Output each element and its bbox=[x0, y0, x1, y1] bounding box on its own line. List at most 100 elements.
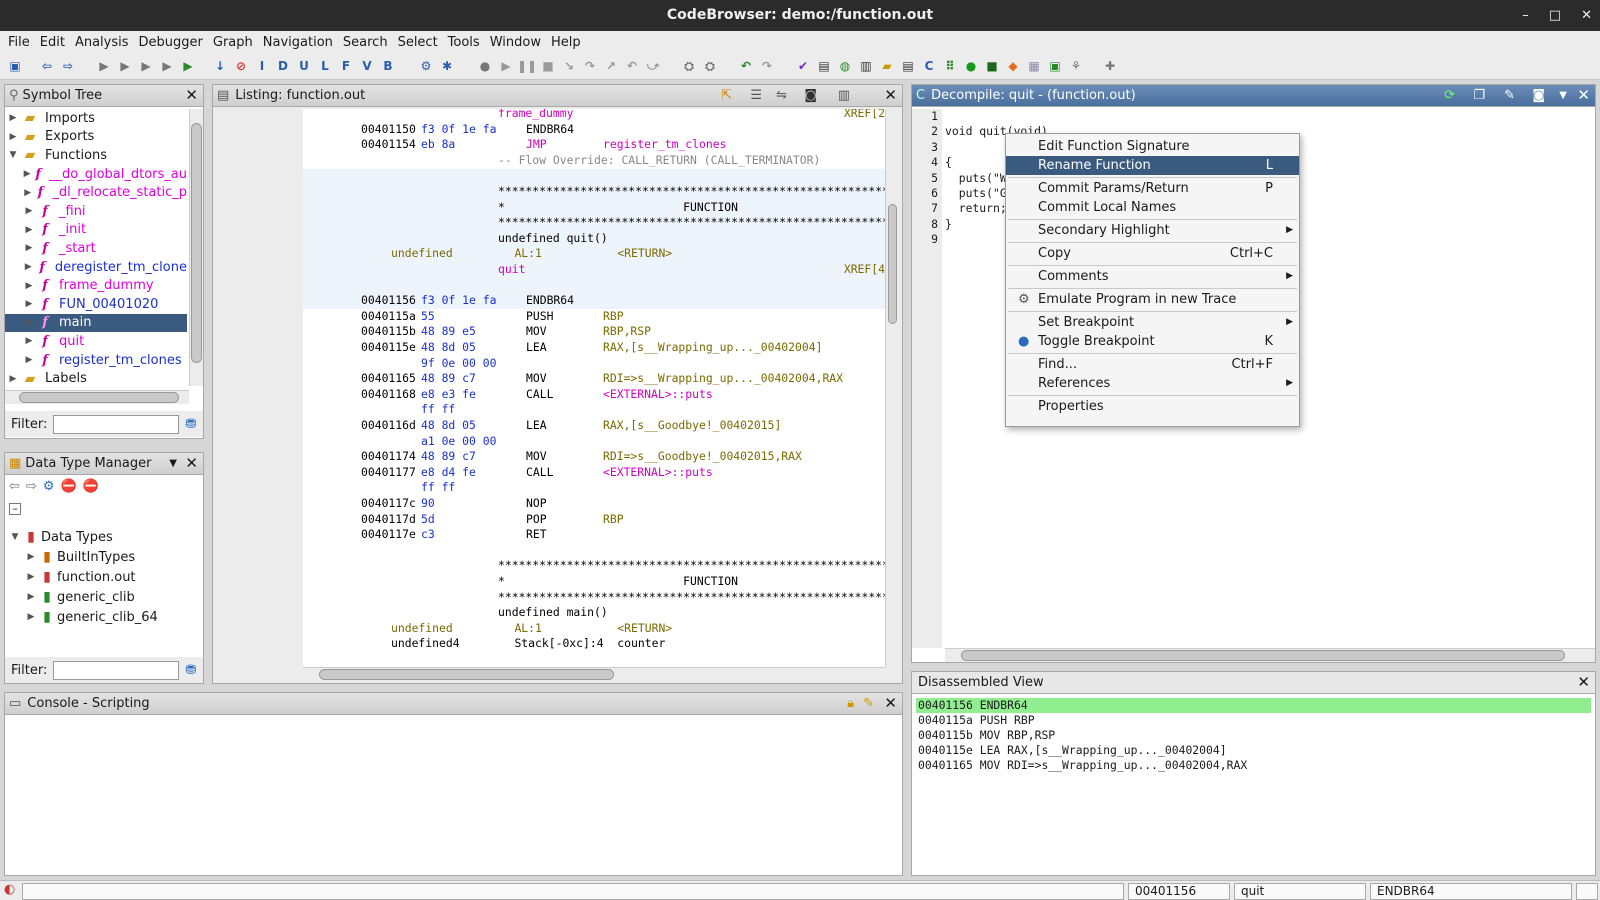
listing-operands[interactable]: RBP bbox=[603, 309, 624, 323]
listing-format-icon[interactable]: ☰ bbox=[750, 88, 762, 103]
dtm-collapse-icon[interactable]: – bbox=[9, 503, 21, 515]
xref-label[interactable]: XREF[2 bbox=[844, 109, 885, 120]
decompile-edit-icon[interactable]: ✎ bbox=[1504, 88, 1515, 103]
symbol-tree-hscroll-thumb[interactable] bbox=[19, 392, 179, 403]
tree-icon[interactable]: ⚘ bbox=[1067, 57, 1085, 75]
dtm-tree-item[interactable]: ▶ ▮ BuiltInTypes bbox=[5, 547, 203, 567]
back-icon[interactable]: ⇦ bbox=[38, 57, 56, 75]
undefined-u-icon[interactable]: U bbox=[295, 57, 313, 75]
step-back-icon[interactable]: ↶ bbox=[623, 57, 641, 75]
menu-help[interactable]: Help bbox=[549, 35, 583, 50]
collapsed-arrow-icon[interactable]: ▶ bbox=[23, 318, 35, 328]
menu-window[interactable]: Window bbox=[488, 35, 543, 50]
menu-item-comments[interactable]: Comments ▶ bbox=[1006, 267, 1299, 286]
listing-text[interactable]: frame_dummy bbox=[498, 109, 573, 120]
menu-graph[interactable]: Graph bbox=[211, 35, 255, 50]
listing-address[interactable]: 0040115b bbox=[361, 324, 416, 338]
listing-text[interactable]: ****************************************… bbox=[498, 215, 885, 229]
listing-address[interactable]: 0040117c bbox=[361, 496, 416, 510]
plugin-icon[interactable]: ✚ bbox=[1101, 57, 1119, 75]
dtm-tree-item[interactable]: ▼ ▮ Data Types bbox=[5, 527, 203, 547]
value-v-icon[interactable]: V bbox=[358, 57, 376, 75]
stop-icon[interactable]: ⊘ bbox=[232, 57, 250, 75]
dtm-archive-icon[interactable]: ⚙ bbox=[43, 479, 55, 494]
terminate-icon[interactable]: ■ bbox=[539, 57, 557, 75]
listing-vscroll[interactable] bbox=[885, 109, 899, 667]
export-icon[interactable]: ▣ bbox=[1046, 57, 1064, 75]
maximize-button[interactable]: □ bbox=[1549, 0, 1561, 31]
listing-mnemonic[interactable]: JMP bbox=[526, 137, 547, 151]
symbol-filter-input[interactable] bbox=[53, 414, 180, 434]
dtm-forward-icon[interactable]: ⇨ bbox=[26, 479, 37, 494]
listing-operands[interactable]: register_tm_clones bbox=[603, 137, 726, 151]
bookmark-b-icon[interactable]: B bbox=[379, 57, 397, 75]
menu-item-secondary-highlight[interactable]: Secondary Highlight ▶ bbox=[1006, 221, 1299, 240]
minimize-button[interactable]: – bbox=[1522, 0, 1529, 31]
dtm-tree-item[interactable]: ▶ ▮ function.out bbox=[5, 567, 203, 587]
nav-undef-icon[interactable]: ▶ bbox=[179, 57, 197, 75]
listing-diff-icon[interactable]: ⇋ bbox=[776, 88, 787, 103]
collapsed-arrow-icon[interactable]: ▶ bbox=[23, 243, 35, 253]
collapsed-arrow-icon[interactable]: ▶ bbox=[7, 374, 19, 384]
dtm-close-icon[interactable]: ✕ bbox=[185, 454, 198, 472]
disassembled-line[interactable]: 0040115e LEA RAX,[s__Wrapping_up..._0040… bbox=[916, 743, 1591, 758]
decompile-snapshot-icon[interactable]: ◙ bbox=[1532, 88, 1545, 103]
listing-mnemonic[interactable]: CALL bbox=[526, 387, 553, 401]
collapsed-arrow-icon[interactable]: ▶ bbox=[25, 552, 37, 562]
listing-mnemonic[interactable]: RET bbox=[526, 527, 547, 541]
listing-mnemonic[interactable]: PUSH bbox=[526, 309, 553, 323]
listing-operands[interactable]: RAX,[s__Wrapping_up..._00402004] bbox=[603, 340, 822, 354]
checkmark-icon[interactable]: ✔ bbox=[794, 57, 812, 75]
listing-operands[interactable]: RBP bbox=[603, 512, 624, 526]
symbol-tree-item[interactable]: ▶ f register_tm_clones bbox=[5, 351, 187, 370]
trace-icon[interactable]: ⛭ bbox=[680, 57, 698, 75]
listing-operands[interactable]: RAX,[s__Goodbye!_00402015] bbox=[603, 418, 781, 432]
forward-icon[interactable]: ⇨ bbox=[59, 57, 77, 75]
listing-hscroll-thumb[interactable] bbox=[319, 669, 614, 680]
menu-item-copy[interactable]: Copy Ctrl+C bbox=[1006, 244, 1299, 263]
step-over-icon[interactable]: ↷ bbox=[581, 57, 599, 75]
symbol-tree-vscroll-thumb[interactable] bbox=[191, 123, 202, 363]
data-d-icon[interactable]: D bbox=[274, 57, 292, 75]
listing-mnemonic[interactable]: MOV bbox=[526, 371, 547, 385]
console-clear-icon[interactable]: ✎ bbox=[863, 696, 874, 711]
listing-mnemonic[interactable]: POP bbox=[526, 512, 547, 526]
menu-item-set-breakpoint[interactable]: Set Breakpoint ▶ bbox=[1006, 313, 1299, 332]
symbol-tree-item[interactable]: ▶ f FUN_00401020 bbox=[5, 295, 187, 314]
menu-item-references[interactable]: References ▶ bbox=[1006, 374, 1299, 393]
listing-address[interactable]: 0040115a bbox=[361, 309, 416, 323]
listing-address[interactable]: 00401168 bbox=[361, 387, 416, 401]
menu-debugger[interactable]: Debugger bbox=[137, 35, 205, 50]
listing-text[interactable]: ****************************************… bbox=[498, 184, 885, 198]
menu-item-emulate-program-in-new-trace[interactable]: ⚙ Emulate Program in new Trace bbox=[1006, 290, 1299, 309]
skip-icon[interactable]: ⤻ bbox=[644, 57, 662, 75]
nav-instr-icon[interactable]: ▶ bbox=[158, 57, 176, 75]
nav-bookmark-icon[interactable]: ▶ bbox=[95, 57, 113, 75]
listing-hscroll[interactable] bbox=[303, 667, 885, 681]
listing-address[interactable]: 0040117d bbox=[361, 512, 416, 526]
menu-item-toggle-breakpoint[interactable]: ● Toggle Breakpoint K bbox=[1006, 332, 1299, 351]
listing-address[interactable]: 00401156 bbox=[361, 293, 416, 307]
globe-icon[interactable]: ◍ bbox=[836, 57, 854, 75]
symbol-tree-item[interactable]: ▶ ▰ Labels bbox=[5, 369, 187, 388]
disassembled-line[interactable]: 0040115a PUSH RBP bbox=[916, 713, 1591, 728]
symbol-tree-item[interactable]: ▶ ▰ Exports bbox=[5, 128, 187, 147]
listing-mnemonic[interactable]: LEA bbox=[526, 340, 547, 354]
collapsed-arrow-icon[interactable]: ▶ bbox=[23, 169, 31, 179]
function-f-icon[interactable]: F bbox=[337, 57, 355, 75]
trace2-icon[interactable]: ⛭ bbox=[701, 57, 719, 75]
listing-snapshot-icon[interactable]: ◙ bbox=[804, 88, 817, 103]
collapsed-arrow-icon[interactable]: ▶ bbox=[7, 132, 19, 142]
run-green-icon[interactable]: ● bbox=[962, 57, 980, 75]
filter-options-icon[interactable]: ⛃ bbox=[185, 417, 196, 432]
listing-operands[interactable]: RBP,RSP bbox=[603, 324, 651, 338]
debug-bug-icon[interactable]: ✱ bbox=[438, 57, 456, 75]
listing-text[interactable]: undefined AL:1 <RETURN> bbox=[391, 246, 672, 260]
decompile-close-icon[interactable]: ✕ bbox=[1577, 86, 1590, 104]
listing-text[interactable]: -- Flow Override: CALL_RETURN (CALL_TERM… bbox=[498, 153, 820, 167]
listing-mnemonic[interactable]: LEA bbox=[526, 418, 547, 432]
symbol-tree-item[interactable]: ▶ f _init bbox=[5, 221, 187, 240]
disassembled-close-icon[interactable]: ✕ bbox=[1577, 673, 1590, 691]
listing-text[interactable]: * FUNCTION bbox=[498, 574, 738, 588]
menu-navigation[interactable]: Navigation bbox=[261, 35, 335, 50]
